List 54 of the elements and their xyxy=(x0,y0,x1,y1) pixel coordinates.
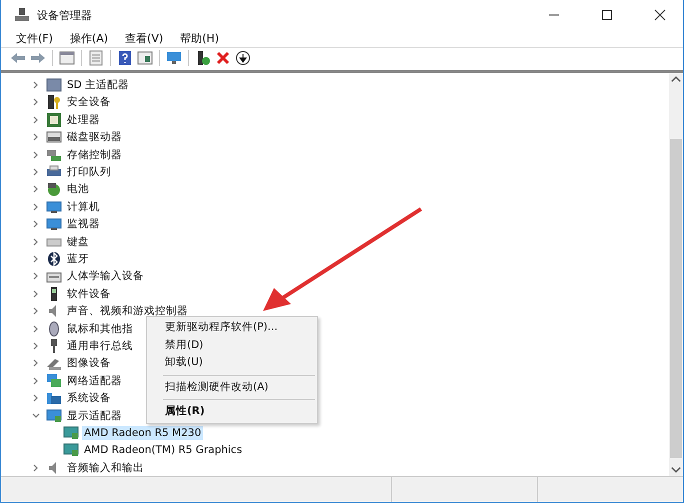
menu-item[interactable]: 操作(A) xyxy=(70,30,108,46)
context-menu-item[interactable]: 属性(R) xyxy=(147,403,317,421)
tree-item[interactable]: 处理器 xyxy=(65,112,102,128)
window-icon[interactable] xyxy=(137,50,153,66)
context-menu-item[interactable]: 扫描检测硬件改动(A) xyxy=(147,378,317,396)
tree-item[interactable]: 软件设备 xyxy=(65,286,113,302)
tree-item[interactable]: AMD Radeon R5 M230 xyxy=(82,426,204,440)
key-icon xyxy=(46,94,62,110)
tree-item[interactable]: 人体学输入设备 xyxy=(65,268,146,284)
tree-item[interactable]: 磁盘驱动器 xyxy=(65,129,124,146)
tree-item[interactable]: 系统设备 xyxy=(65,390,113,406)
tree-item[interactable]: 监视器 xyxy=(65,216,102,232)
tree-item[interactable]: 鼠标和其他指 xyxy=(65,320,135,337)
tree-item[interactable]: 网络适配器 xyxy=(65,372,124,389)
tree-item[interactable]: AMD Radeon(TM) R5 Graphics xyxy=(82,443,244,458)
tree-item[interactable]: 图像设备 xyxy=(65,355,113,372)
folder-icon xyxy=(46,390,62,406)
display-adapter-icon xyxy=(63,442,79,458)
help-icon[interactable] xyxy=(117,50,133,66)
tree-item[interactable]: 显示适配器 xyxy=(65,408,124,424)
context-menu-item[interactable]: 禁用(D) xyxy=(147,336,317,354)
window-icon[interactable] xyxy=(59,50,75,66)
monitor-icon[interactable] xyxy=(166,50,182,66)
delete-icon[interactable] xyxy=(215,50,231,66)
tree-item[interactable]: 安全设备 xyxy=(65,94,113,110)
monitor-icon xyxy=(46,198,62,215)
device-manager-icon xyxy=(14,7,30,23)
display-adapter-icon xyxy=(63,424,79,441)
menu-item[interactable]: 帮助(H) xyxy=(180,30,219,46)
tree-item[interactable]: 存储控制器 xyxy=(65,146,124,163)
monitor-icon xyxy=(46,216,62,232)
context-menu-item[interactable]: 更新驱动程序软件(P)... xyxy=(147,319,317,337)
menu-item[interactable]: 查看(V) xyxy=(125,30,164,46)
tree-item[interactable]: SD 主适配器 xyxy=(65,77,132,94)
tree-item[interactable]: 计算机 xyxy=(65,198,102,215)
download-icon[interactable] xyxy=(235,50,251,66)
tree-item[interactable]: 通用串行总线 xyxy=(65,338,135,354)
tree-item[interactable]: 蓝牙 xyxy=(65,251,91,267)
tree-item[interactable]: 电池 xyxy=(65,181,91,198)
context-menu-item[interactable]: 卸载(U) xyxy=(147,354,317,372)
monitor-icon xyxy=(46,408,62,424)
tree-item[interactable]: 音频输入和输出 xyxy=(65,460,146,476)
tree-item[interactable]: 打印队列 xyxy=(65,164,113,180)
mouse-icon xyxy=(46,320,62,337)
network-icon xyxy=(46,372,62,389)
list-icon[interactable] xyxy=(88,50,104,66)
window-title: 设备管理器 xyxy=(37,8,92,22)
scroll-thumb[interactable] xyxy=(670,139,682,458)
menu-item[interactable]: 文件(F) xyxy=(16,30,53,46)
tree-item[interactable]: 键盘 xyxy=(65,234,91,250)
tree-item[interactable]: 声音、视频和游戏控制器 xyxy=(65,303,190,320)
add-device-icon[interactable] xyxy=(195,50,211,66)
bluetooth-icon xyxy=(46,251,62,267)
scrollbar[interactable] xyxy=(669,73,683,476)
